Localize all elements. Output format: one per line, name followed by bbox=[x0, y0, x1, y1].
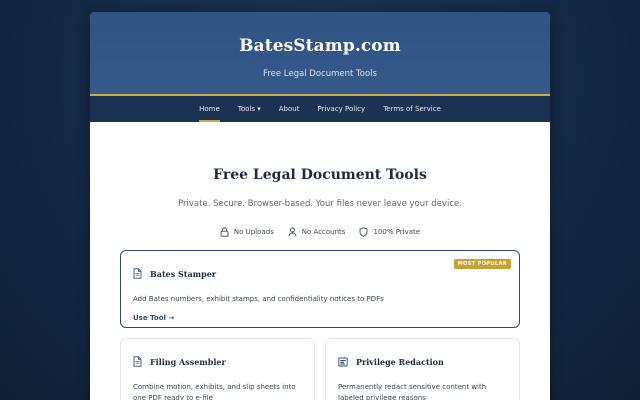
tool-grid: Filing Assembler Combine motion, exhibit… bbox=[120, 338, 520, 400]
page-tagline: Private. Secure. Browser-based. Your fil… bbox=[178, 199, 462, 209]
site-subtitle: Free Legal Document Tools bbox=[263, 69, 377, 79]
feature-list: No Uploads No Accounts 100% Private bbox=[120, 227, 520, 237]
main-card: BatesStamp.com Free Legal Document Tools… bbox=[90, 12, 550, 400]
main-content: Free Legal Document Tools Private. Secur… bbox=[90, 167, 550, 400]
feature-private: 100% Private bbox=[359, 227, 420, 237]
tool-card-header: Privilege Redaction bbox=[338, 352, 507, 371]
tool-card-bates-stamper[interactable]: MOST POPULAR Bates Stamper Add Bates num… bbox=[120, 250, 520, 328]
tool-description: Permanently redact sensitive content wit… bbox=[338, 383, 487, 400]
tool-card-header: Filing Assembler bbox=[133, 352, 302, 371]
document-icon bbox=[133, 352, 142, 371]
page-title: Free Legal Document Tools bbox=[213, 167, 427, 183]
lock-icon bbox=[220, 227, 229, 237]
feature-label: No Accounts bbox=[301, 228, 346, 236]
shield-icon bbox=[359, 227, 368, 237]
document-icon bbox=[133, 264, 142, 283]
nav-home[interactable]: Home bbox=[190, 96, 229, 122]
feature-no-uploads: No Uploads bbox=[220, 227, 274, 237]
main-nav: Home Tools ▾ About Privacy Policy Terms … bbox=[90, 96, 550, 122]
feature-label: No Uploads bbox=[233, 228, 274, 236]
feature-no-accounts: No Accounts bbox=[288, 227, 346, 237]
nav-about[interactable]: About bbox=[270, 96, 309, 122]
use-tool-link[interactable]: Use Tool → bbox=[133, 314, 174, 322]
site-header: BatesStamp.com Free Legal Document Tools bbox=[90, 12, 550, 96]
nav-tools-dropdown[interactable]: Tools ▾ bbox=[229, 96, 270, 122]
tool-card-privilege-redaction[interactable]: Privilege Redaction Permanently redact s… bbox=[325, 338, 520, 400]
tool-description: Add Bates numbers, exhibit stamps, and c… bbox=[133, 295, 384, 303]
redaction-icon bbox=[338, 352, 348, 371]
tool-title: Privilege Redaction bbox=[356, 356, 444, 367]
tool-card-filing-assembler[interactable]: Filing Assembler Combine motion, exhibit… bbox=[120, 338, 315, 400]
tool-title: Filing Assembler bbox=[150, 356, 226, 367]
nav-privacy-policy[interactable]: Privacy Policy bbox=[308, 96, 374, 122]
most-popular-badge: MOST POPULAR bbox=[453, 259, 511, 269]
tool-card-header: Bates Stamper bbox=[133, 264, 507, 283]
tool-description: Combine motion, exhibits, and slip sheet… bbox=[133, 383, 296, 400]
site-title[interactable]: BatesStamp.com bbox=[90, 12, 550, 56]
feature-label: 100% Private bbox=[373, 228, 421, 236]
user-icon bbox=[288, 227, 297, 237]
nav-terms-of-service[interactable]: Terms of Service bbox=[374, 96, 450, 122]
tool-title: Bates Stamper bbox=[150, 268, 217, 279]
